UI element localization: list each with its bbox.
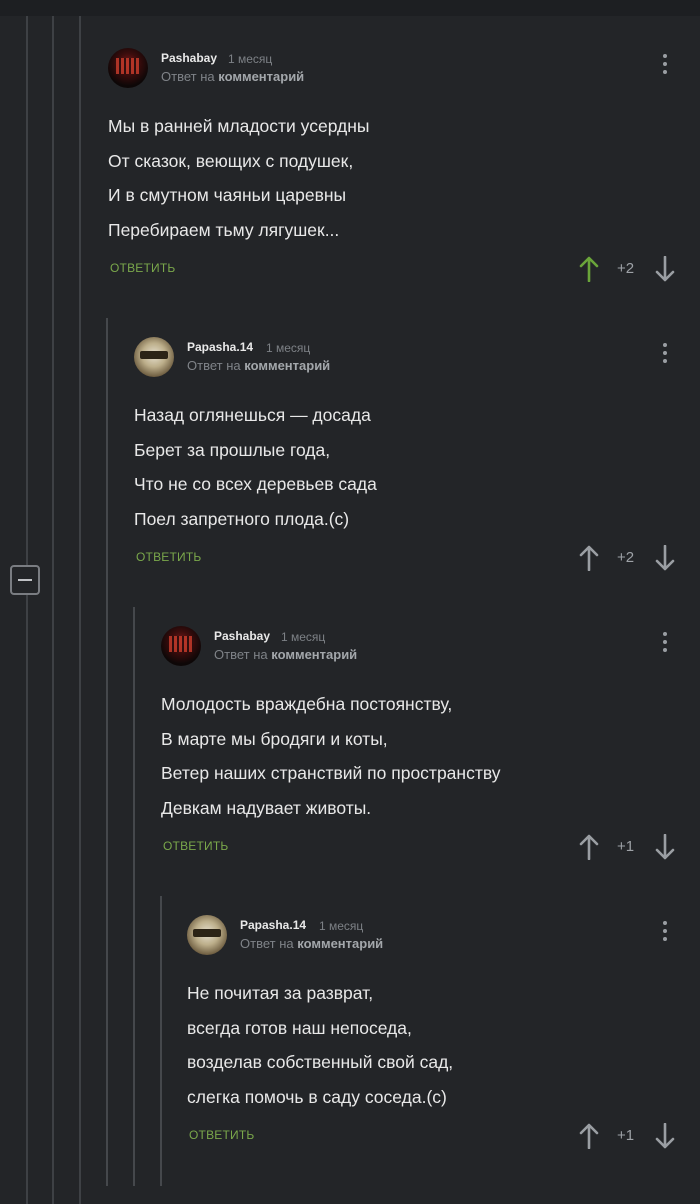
avatar[interactable]	[134, 337, 174, 377]
arrow-down-icon[interactable]	[655, 545, 675, 571]
thread-line[interactable]	[79, 16, 81, 1204]
more-vertical-icon[interactable]	[662, 921, 668, 945]
arrow-down-icon[interactable]	[655, 834, 675, 860]
comment-text: Не почитая за разврат, всегда готов наш н…	[187, 983, 454, 1107]
thread-line[interactable]	[160, 896, 162, 1186]
vote-score: +1	[617, 838, 635, 855]
vote-score: +2	[617, 260, 635, 277]
thread-line[interactable]	[52, 16, 54, 1204]
reply-to-link[interactable]: комментарий	[218, 69, 304, 84]
comment-username[interactable]: Pashabay	[161, 51, 217, 65]
comment-time: 1 месяц	[266, 341, 311, 355]
comment-username[interactable]: Papasha.14	[187, 340, 253, 354]
avatar[interactable]	[108, 48, 148, 88]
arrow-up-icon[interactable]	[579, 545, 599, 571]
thread-line[interactable]	[133, 607, 135, 1186]
reply-button[interactable]: ОТВЕТИТЬ	[163, 839, 228, 853]
reply-to: Ответ на комментарий	[161, 69, 305, 84]
minus-square-icon[interactable]	[10, 565, 40, 595]
vote-score: +2	[617, 549, 635, 566]
comment-time: 1 месяц	[228, 52, 273, 66]
comment-username[interactable]: Pashabay	[214, 629, 270, 643]
more-vertical-icon[interactable]	[662, 632, 668, 656]
arrow-up-icon[interactable]	[579, 1123, 599, 1149]
more-vertical-icon[interactable]	[662, 54, 668, 78]
comment-username[interactable]: Papasha.14	[240, 918, 306, 932]
reply-button[interactable]: ОТВЕТИТЬ	[110, 261, 175, 275]
arrow-up-icon[interactable]	[579, 834, 599, 860]
more-vertical-icon[interactable]	[662, 343, 668, 367]
thread-line[interactable]	[26, 16, 28, 1204]
reply-to: Ответ на комментарий	[187, 358, 331, 373]
comment-time: 1 месяц	[319, 919, 364, 933]
top-bar	[0, 0, 700, 16]
reply-to-link[interactable]: комментарий	[271, 647, 357, 662]
thread-line[interactable]	[106, 318, 108, 1186]
vote-score: +1	[617, 1127, 635, 1144]
arrow-up-icon[interactable]	[579, 256, 599, 282]
reply-to: Ответ на комментарий	[214, 647, 358, 662]
reply-to-link[interactable]: комментарий	[244, 358, 330, 373]
reply-to-link[interactable]: комментарий	[297, 936, 383, 951]
comment-text: Мы в ранней младости усердны От сказок, в…	[108, 116, 370, 240]
comment-text: Молодость враждебна постоянству, В марте …	[161, 694, 501, 818]
arrow-down-icon[interactable]	[655, 256, 675, 282]
reply-button[interactable]: ОТВЕТИТЬ	[136, 550, 201, 564]
comment-time: 1 месяц	[281, 630, 326, 644]
arrow-down-icon[interactable]	[655, 1123, 675, 1149]
reply-button[interactable]: ОТВЕТИТЬ	[189, 1128, 254, 1142]
avatar[interactable]	[161, 626, 201, 666]
comment-text: Назад оглянешься — досада Берет за прошлы…	[134, 405, 377, 529]
avatar[interactable]	[187, 915, 227, 955]
reply-to: Ответ на комментарий	[240, 936, 384, 951]
